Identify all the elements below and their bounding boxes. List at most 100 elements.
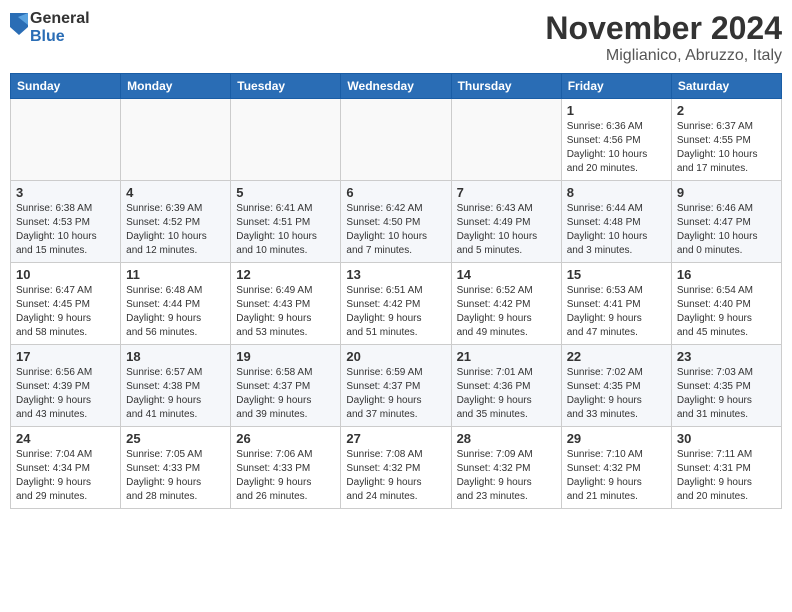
cell-line: Sunrise: 7:11 AM: [677, 449, 752, 460]
cell-line: and 35 minutes.: [457, 409, 528, 420]
cell-line: Daylight: 9 hours: [346, 313, 421, 324]
day-number: 11: [126, 267, 225, 282]
cell-line: Sunrise: 6:41 AM: [236, 203, 312, 214]
logo-blue: Blue: [30, 28, 90, 46]
cell-content: Sunrise: 7:10 AMSunset: 4:32 PMDaylight:…: [567, 448, 666, 504]
day-number: 29: [567, 431, 666, 446]
calendar-cell: 23 Sunrise: 7:03 AMSunset: 4:35 PMDayligh…: [671, 345, 781, 427]
cell-line: and 45 minutes.: [677, 327, 748, 338]
cell-line: Sunset: 4:39 PM: [16, 381, 90, 392]
weekday-tuesday: Tuesday: [231, 74, 341, 99]
cell-line: Daylight: 9 hours: [16, 395, 91, 406]
cell-line: Sunset: 4:33 PM: [126, 463, 200, 474]
cell-line: Daylight: 9 hours: [126, 313, 201, 324]
calendar-cell: [121, 99, 231, 181]
cell-line: Daylight: 9 hours: [126, 477, 201, 488]
cell-line: Sunrise: 7:01 AM: [457, 367, 533, 378]
calendar-cell: [11, 99, 121, 181]
calendar-cell: 17Sunrise: 6:56 AMSunset: 4:39 PMDayligh…: [11, 345, 121, 427]
cell-line: Sunrise: 6:53 AM: [567, 285, 643, 296]
calendar-cell: 15Sunrise: 6:53 AMSunset: 4:41 PMDayligh…: [561, 263, 671, 345]
day-number: 5: [236, 185, 335, 200]
cell-line: and 43 minutes.: [16, 409, 87, 420]
weekday-wednesday: Wednesday: [341, 74, 451, 99]
calendar-cell: 1Sunrise: 6:36 AMSunset: 4:56 PMDaylight…: [561, 99, 671, 181]
day-number: 14: [457, 267, 556, 282]
cell-line: Sunset: 4:49 PM: [457, 217, 531, 228]
calendar-cell: 6Sunrise: 6:42 AMSunset: 4:50 PMDaylight…: [341, 181, 451, 263]
cell-content: Sunrise: 7:03 AMSunset: 4:35 PMDaylight:…: [677, 366, 776, 422]
cell-line: and 47 minutes.: [567, 327, 638, 338]
cell-line: Sunrise: 6:48 AM: [126, 285, 202, 296]
calendar-cell: 21Sunrise: 7:01 AMSunset: 4:36 PMDayligh…: [451, 345, 561, 427]
cell-line: Sunset: 4:40 PM: [677, 299, 751, 310]
cell-line: Sunset: 4:53 PM: [16, 217, 90, 228]
day-number: 20: [346, 349, 445, 364]
calendar-cell: 18Sunrise: 6:57 AMSunset: 4:38 PMDayligh…: [121, 345, 231, 427]
day-number: 23: [677, 349, 776, 364]
cell-line: and 20 minutes.: [567, 163, 638, 174]
title-block: November 2024 Miglianico, Abruzzo, Italy: [545, 10, 782, 65]
cell-line: Sunset: 4:35 PM: [567, 381, 641, 392]
day-number: 19: [236, 349, 335, 364]
calendar-cell: 16Sunrise: 6:54 AMSunset: 4:40 PMDayligh…: [671, 263, 781, 345]
weekday-saturday: Saturday: [671, 74, 781, 99]
cell-content: Sunrise: 7:08 AMSunset: 4:32 PMDaylight:…: [346, 448, 445, 504]
cell-line: Daylight: 10 hours: [457, 231, 538, 242]
calendar-cell: 29 Sunrise: 7:10 AMSunset: 4:32 PMDayligh…: [561, 427, 671, 509]
calendar-cell: 20Sunrise: 6:59 AMSunset: 4:37 PMDayligh…: [341, 345, 451, 427]
cell-line: Sunset: 4:42 PM: [457, 299, 531, 310]
cell-line: Sunset: 4:45 PM: [16, 299, 90, 310]
cell-line: Daylight: 9 hours: [677, 477, 752, 488]
cell-line: Sunset: 4:44 PM: [126, 299, 200, 310]
cell-line: Daylight: 10 hours: [126, 231, 207, 242]
cell-line: Sunrise: 6:56 AM: [16, 367, 92, 378]
weekday-sunday: Sunday: [11, 74, 121, 99]
calendar-cell: 3Sunrise: 6:38 AMSunset: 4:53 PMDaylight…: [11, 181, 121, 263]
day-number: 22: [567, 349, 666, 364]
cell-line: and 20 minutes.: [677, 491, 748, 502]
cell-content: Sunrise: 7:09 AMSunset: 4:32 PMDaylight:…: [457, 448, 556, 504]
cell-line: Daylight: 9 hours: [236, 313, 311, 324]
cell-line: Daylight: 9 hours: [126, 395, 201, 406]
day-number: 24: [16, 431, 115, 446]
cell-content: Sunrise: 7:06 AMSunset: 4:33 PMDaylight:…: [236, 448, 335, 504]
cell-line: Sunset: 4:33 PM: [236, 463, 310, 474]
week-row-3: 10Sunrise: 6:47 AMSunset: 4:45 PMDayligh…: [11, 263, 782, 345]
cell-line: and 7 minutes.: [346, 245, 412, 256]
cell-line: Sunrise: 6:49 AM: [236, 285, 312, 296]
cell-line: Daylight: 9 hours: [567, 477, 642, 488]
cell-line: Sunset: 4:55 PM: [677, 135, 751, 146]
cell-line: Sunrise: 6:51 AM: [346, 285, 422, 296]
day-number: 9: [677, 185, 776, 200]
week-row-5: 24Sunrise: 7:04 AMSunset: 4:34 PMDayligh…: [11, 427, 782, 509]
cell-line: Sunset: 4:47 PM: [677, 217, 751, 228]
cell-line: Daylight: 10 hours: [236, 231, 317, 242]
cell-content: Sunrise: 6:39 AMSunset: 4:52 PMDaylight:…: [126, 202, 225, 258]
cell-content: Sunrise: 6:52 AMSunset: 4:42 PMDaylight:…: [457, 284, 556, 340]
calendar-cell: 13Sunrise: 6:51 AMSunset: 4:42 PMDayligh…: [341, 263, 451, 345]
cell-content: Sunrise: 6:46 AMSunset: 4:47 PMDaylight:…: [677, 202, 776, 258]
cell-line: Daylight: 9 hours: [346, 477, 421, 488]
cell-line: Sunrise: 7:10 AM: [567, 449, 643, 460]
cell-line: Sunrise: 7:03 AM: [677, 367, 753, 378]
weekday-monday: Monday: [121, 74, 231, 99]
calendar-cell: 14 Sunrise: 6:52 AMSunset: 4:42 PMDayligh…: [451, 263, 561, 345]
day-number: 7: [457, 185, 556, 200]
calendar-cell: 27Sunrise: 7:08 AMSunset: 4:32 PMDayligh…: [341, 427, 451, 509]
cell-line: Sunset: 4:36 PM: [457, 381, 531, 392]
cell-content: Sunrise: 6:37 AMSunset: 4:55 PMDaylight:…: [677, 120, 776, 176]
cell-line: and 58 minutes.: [16, 327, 87, 338]
day-number: 12: [236, 267, 335, 282]
cell-line: Daylight: 9 hours: [457, 395, 532, 406]
cell-line: Sunrise: 6:44 AM: [567, 203, 643, 214]
cell-line: Sunset: 4:50 PM: [346, 217, 420, 228]
cell-content: Sunrise: 7:01 AM Sunset: 4:36 PM Daylight:…: [457, 366, 556, 422]
cell-line: Sunrise: 7:08 AM: [346, 449, 422, 460]
day-number: 25: [126, 431, 225, 446]
cell-line: and 51 minutes.: [346, 327, 417, 338]
day-number: 8: [567, 185, 666, 200]
cell-line: and 5 minutes.: [457, 245, 523, 256]
calendar-cell: 24Sunrise: 7:04 AMSunset: 4:34 PMDayligh…: [11, 427, 121, 509]
day-number: 18: [126, 349, 225, 364]
